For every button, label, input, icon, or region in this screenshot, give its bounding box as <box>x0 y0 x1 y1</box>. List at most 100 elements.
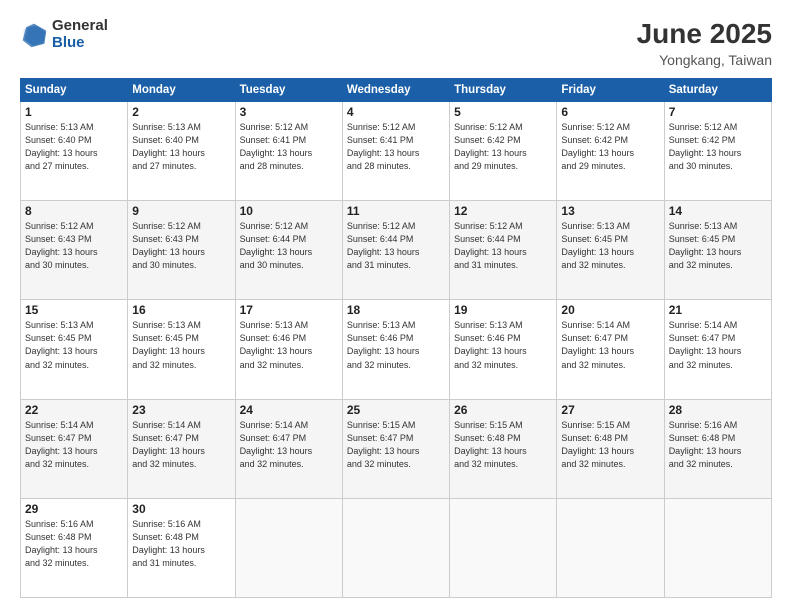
day-info: Sunrise: 5:16 AM Sunset: 6:48 PM Dayligh… <box>25 518 123 570</box>
logo-text: General Blue <box>52 18 108 51</box>
sunrise-label: Sunrise: 5:14 AM <box>132 420 201 430</box>
sunrise-label: Sunrise: 5:16 AM <box>132 519 201 529</box>
day-number: 22 <box>25 403 123 417</box>
day-info: Sunrise: 5:14 AM Sunset: 6:47 PM Dayligh… <box>132 419 230 471</box>
calendar-cell: 18 Sunrise: 5:13 AM Sunset: 6:46 PM Dayl… <box>342 300 449 399</box>
day-number: 13 <box>561 204 659 218</box>
day-info: Sunrise: 5:12 AM Sunset: 6:44 PM Dayligh… <box>347 220 445 272</box>
day-number: 5 <box>454 105 552 119</box>
sunset-label: Sunset: 6:45 PM <box>132 333 199 343</box>
calendar-cell: 9 Sunrise: 5:12 AM Sunset: 6:43 PM Dayli… <box>128 201 235 300</box>
calendar-cell: 13 Sunrise: 5:13 AM Sunset: 6:45 PM Dayl… <box>557 201 664 300</box>
day-number: 6 <box>561 105 659 119</box>
day-info: Sunrise: 5:12 AM Sunset: 6:42 PM Dayligh… <box>454 121 552 173</box>
sunset-label: Sunset: 6:44 PM <box>347 234 414 244</box>
sunset-label: Sunset: 6:46 PM <box>454 333 521 343</box>
calendar-week-5: 29 Sunrise: 5:16 AM Sunset: 6:48 PM Dayl… <box>21 498 772 597</box>
sunrise-label: Sunrise: 5:16 AM <box>669 420 738 430</box>
calendar-cell: 15 Sunrise: 5:13 AM Sunset: 6:45 PM Dayl… <box>21 300 128 399</box>
sunrise-label: Sunrise: 5:12 AM <box>561 122 630 132</box>
sunset-label: Sunset: 6:48 PM <box>132 532 199 542</box>
calendar-cell <box>450 498 557 597</box>
daylight-label: Daylight: 13 hours and 32 minutes. <box>561 247 634 270</box>
calendar-cell: 7 Sunrise: 5:12 AM Sunset: 6:42 PM Dayli… <box>664 102 771 201</box>
daylight-label: Daylight: 13 hours and 32 minutes. <box>347 346 420 369</box>
sunset-label: Sunset: 6:43 PM <box>25 234 92 244</box>
calendar-cell: 27 Sunrise: 5:15 AM Sunset: 6:48 PM Dayl… <box>557 399 664 498</box>
sunset-label: Sunset: 6:47 PM <box>669 333 736 343</box>
sunset-label: Sunset: 6:45 PM <box>669 234 736 244</box>
calendar-cell: 1 Sunrise: 5:13 AM Sunset: 6:40 PM Dayli… <box>21 102 128 201</box>
daylight-label: Daylight: 13 hours and 29 minutes. <box>454 148 527 171</box>
sunset-label: Sunset: 6:46 PM <box>240 333 307 343</box>
sunrise-label: Sunrise: 5:13 AM <box>132 320 201 330</box>
day-number: 7 <box>669 105 767 119</box>
col-friday: Friday <box>557 79 664 102</box>
sunset-label: Sunset: 6:48 PM <box>25 532 92 542</box>
calendar-cell: 11 Sunrise: 5:12 AM Sunset: 6:44 PM Dayl… <box>342 201 449 300</box>
daylight-label: Daylight: 13 hours and 32 minutes. <box>454 346 527 369</box>
day-number: 25 <box>347 403 445 417</box>
day-number: 21 <box>669 303 767 317</box>
month-title: June 2025 <box>637 18 772 50</box>
sunrise-label: Sunrise: 5:14 AM <box>240 420 309 430</box>
sunset-label: Sunset: 6:47 PM <box>132 433 199 443</box>
day-info: Sunrise: 5:15 AM Sunset: 6:47 PM Dayligh… <box>347 419 445 471</box>
day-info: Sunrise: 5:13 AM Sunset: 6:46 PM Dayligh… <box>454 319 552 371</box>
calendar-cell: 14 Sunrise: 5:13 AM Sunset: 6:45 PM Dayl… <box>664 201 771 300</box>
daylight-label: Daylight: 13 hours and 32 minutes. <box>669 446 742 469</box>
day-number: 17 <box>240 303 338 317</box>
day-info: Sunrise: 5:12 AM Sunset: 6:44 PM Dayligh… <box>454 220 552 272</box>
day-number: 30 <box>132 502 230 516</box>
calendar-cell: 19 Sunrise: 5:13 AM Sunset: 6:46 PM Dayl… <box>450 300 557 399</box>
calendar-cell: 28 Sunrise: 5:16 AM Sunset: 6:48 PM Dayl… <box>664 399 771 498</box>
sunset-label: Sunset: 6:43 PM <box>132 234 199 244</box>
day-info: Sunrise: 5:16 AM Sunset: 6:48 PM Dayligh… <box>669 419 767 471</box>
day-info: Sunrise: 5:13 AM Sunset: 6:45 PM Dayligh… <box>25 319 123 371</box>
day-number: 9 <box>132 204 230 218</box>
day-info: Sunrise: 5:13 AM Sunset: 6:45 PM Dayligh… <box>669 220 767 272</box>
day-number: 26 <box>454 403 552 417</box>
sunrise-label: Sunrise: 5:13 AM <box>25 320 94 330</box>
calendar-cell: 8 Sunrise: 5:12 AM Sunset: 6:43 PM Dayli… <box>21 201 128 300</box>
day-number: 19 <box>454 303 552 317</box>
day-number: 28 <box>669 403 767 417</box>
col-monday: Monday <box>128 79 235 102</box>
logo-icon <box>20 21 48 49</box>
daylight-label: Daylight: 13 hours and 32 minutes. <box>240 346 313 369</box>
calendar-week-4: 22 Sunrise: 5:14 AM Sunset: 6:47 PM Dayl… <box>21 399 772 498</box>
day-info: Sunrise: 5:13 AM Sunset: 6:46 PM Dayligh… <box>240 319 338 371</box>
day-number: 12 <box>454 204 552 218</box>
day-number: 16 <box>132 303 230 317</box>
sunset-label: Sunset: 6:42 PM <box>561 135 628 145</box>
sunset-label: Sunset: 6:47 PM <box>240 433 307 443</box>
daylight-label: Daylight: 13 hours and 30 minutes. <box>25 247 98 270</box>
sunrise-label: Sunrise: 5:13 AM <box>669 221 738 231</box>
daylight-label: Daylight: 13 hours and 32 minutes. <box>347 446 420 469</box>
header-row: Sunday Monday Tuesday Wednesday Thursday… <box>21 79 772 102</box>
sunset-label: Sunset: 6:46 PM <box>347 333 414 343</box>
daylight-label: Daylight: 13 hours and 30 minutes. <box>132 247 205 270</box>
daylight-label: Daylight: 13 hours and 28 minutes. <box>347 148 420 171</box>
sunrise-label: Sunrise: 5:15 AM <box>454 420 523 430</box>
day-info: Sunrise: 5:14 AM Sunset: 6:47 PM Dayligh… <box>25 419 123 471</box>
day-number: 18 <box>347 303 445 317</box>
calendar-cell: 30 Sunrise: 5:16 AM Sunset: 6:48 PM Dayl… <box>128 498 235 597</box>
day-info: Sunrise: 5:12 AM Sunset: 6:42 PM Dayligh… <box>561 121 659 173</box>
sunrise-label: Sunrise: 5:13 AM <box>561 221 630 231</box>
page: General Blue June 2025 Yongkang, Taiwan … <box>0 0 792 612</box>
calendar-body: 1 Sunrise: 5:13 AM Sunset: 6:40 PM Dayli… <box>21 102 772 598</box>
daylight-label: Daylight: 13 hours and 30 minutes. <box>669 148 742 171</box>
daylight-label: Daylight: 13 hours and 29 minutes. <box>561 148 634 171</box>
day-info: Sunrise: 5:16 AM Sunset: 6:48 PM Dayligh… <box>132 518 230 570</box>
daylight-label: Daylight: 13 hours and 31 minutes. <box>347 247 420 270</box>
calendar-cell <box>664 498 771 597</box>
calendar-cell: 2 Sunrise: 5:13 AM Sunset: 6:40 PM Dayli… <box>128 102 235 201</box>
sunrise-label: Sunrise: 5:12 AM <box>132 221 201 231</box>
day-info: Sunrise: 5:12 AM Sunset: 6:44 PM Dayligh… <box>240 220 338 272</box>
daylight-label: Daylight: 13 hours and 32 minutes. <box>25 446 98 469</box>
daylight-label: Daylight: 13 hours and 32 minutes. <box>25 545 98 568</box>
day-info: Sunrise: 5:13 AM Sunset: 6:40 PM Dayligh… <box>25 121 123 173</box>
day-number: 2 <box>132 105 230 119</box>
sunrise-label: Sunrise: 5:14 AM <box>669 320 738 330</box>
